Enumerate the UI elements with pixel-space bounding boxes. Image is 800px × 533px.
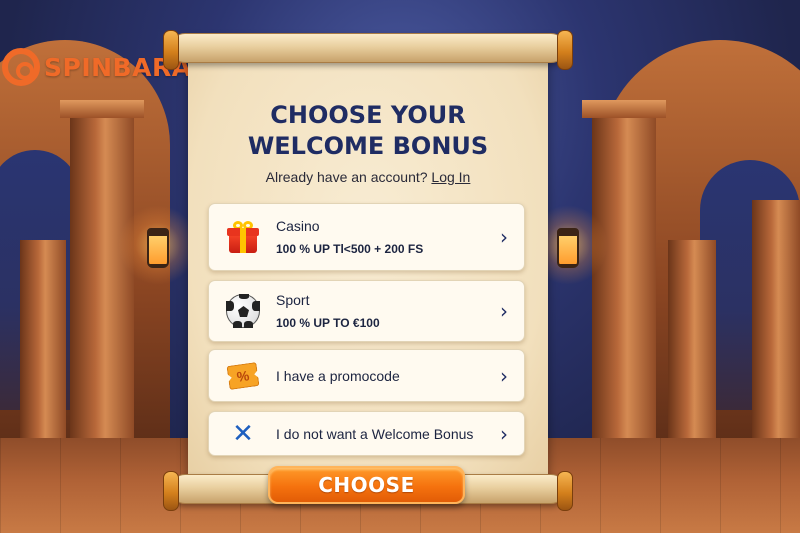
- option-no-bonus-label: I do not want a Welcome Bonus: [276, 425, 474, 442]
- login-prompt-text: Already have an account?: [265, 169, 428, 185]
- option-casino-label: Casino: [276, 218, 320, 234]
- left-pillar-near: [20, 240, 66, 440]
- right-pillar-far: [668, 240, 716, 440]
- login-prompt: Already have an account? Log In: [188, 169, 548, 185]
- option-sport[interactable]: Sport 100 % UP TO €100 ›: [208, 280, 525, 342]
- option-sport-label: Sport: [276, 292, 310, 308]
- chevron-right-icon: ›: [500, 299, 508, 323]
- chevron-right-icon: ›: [500, 225, 508, 249]
- chevron-right-icon: ›: [500, 363, 508, 388]
- option-promocode[interactable]: % I have a promocode ›: [208, 349, 525, 402]
- right-lantern-icon: [557, 228, 579, 268]
- option-casino-detail: 100 % UP Tl<500 + 200 FS: [276, 242, 424, 256]
- title-line-1: CHOOSE YOUR: [270, 101, 466, 129]
- right-pillar-cap: [582, 100, 666, 118]
- scroll-top-rod: [163, 30, 573, 70]
- soccer-ball-icon: [225, 293, 261, 329]
- percent-ticket-icon: %: [225, 358, 261, 394]
- right-pillar: [592, 110, 656, 440]
- x-icon: ✕: [232, 418, 254, 449]
- left-pillar: [70, 110, 134, 440]
- spiral-logo-icon: [2, 48, 40, 86]
- left-pillar-cap: [60, 100, 144, 118]
- option-casino[interactable]: Casino 100 % UP Tl<500 + 200 FS ›: [208, 203, 525, 271]
- chevron-right-icon: ›: [500, 421, 508, 446]
- left-lantern-icon: [147, 228, 169, 268]
- title-line-2: WELCOME BONUS: [247, 132, 489, 160]
- gift-icon: [225, 219, 261, 255]
- option-no-bonus[interactable]: ✕ I do not want a Welcome Bonus ›: [208, 411, 525, 456]
- option-sport-detail: 100 % UP TO €100: [276, 316, 380, 330]
- login-link[interactable]: Log In: [431, 169, 470, 185]
- right-pillar-edge: [752, 200, 800, 440]
- choose-button[interactable]: CHOOSE: [268, 466, 465, 504]
- page-title: CHOOSE YOUR WELCOME BONUS: [188, 100, 548, 162]
- option-promocode-label: I have a promocode: [276, 367, 400, 384]
